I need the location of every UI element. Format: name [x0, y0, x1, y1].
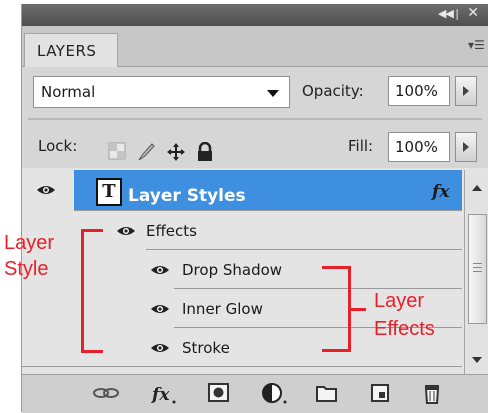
opacity-value: 100% — [395, 82, 438, 100]
text-layer-thumbnail-icon[interactable]: T — [96, 178, 122, 206]
divider — [22, 366, 462, 367]
annotation-layer-style-line1: Layer — [4, 232, 55, 254]
annotation-bracket-right-tick — [348, 308, 366, 311]
fill-input[interactable]: 100% — [388, 132, 450, 162]
panel-titlebar: ◀◀ | ✕ — [22, 4, 488, 26]
eye-icon — [37, 186, 55, 194]
fx-icon[interactable]: fx — [150, 383, 178, 405]
opacity-slider-arrow[interactable] — [455, 76, 477, 106]
eye-icon[interactable] — [150, 303, 170, 315]
panel-menu-icon[interactable]: ▾☰ — [468, 38, 486, 52]
eye-icon[interactable] — [150, 264, 170, 276]
effects-group-label[interactable]: Effects — [146, 222, 197, 240]
annotation-bracket-right-top — [322, 266, 350, 269]
close-icon[interactable]: ✕ — [467, 5, 479, 21]
scroll-down-arrow-icon[interactable] — [471, 356, 483, 364]
fill-value: 100% — [395, 138, 438, 156]
scrollbar[interactable] — [464, 170, 488, 374]
opacity-label: Opacity: — [302, 82, 364, 100]
panel-tab-row: LAYERS ▾☰ — [22, 26, 488, 67]
eye-icon[interactable] — [116, 225, 136, 237]
chevron-down-icon — [267, 90, 279, 97]
divider — [28, 118, 482, 120]
tab-layers-label: LAYERS — [37, 42, 97, 60]
effect-item-stroke[interactable]: Stroke — [182, 339, 230, 357]
annotation-bracket-left-bottom — [81, 350, 103, 353]
tab-layers[interactable]: LAYERS — [24, 33, 118, 67]
annotation-bracket-left — [81, 229, 84, 353]
scrollbar-thumb[interactable] — [468, 214, 487, 324]
collapse-panel-icon[interactable]: ◀◀ | — [438, 7, 459, 20]
trash-icon[interactable] — [422, 383, 442, 405]
new-group-icon[interactable] — [316, 383, 338, 403]
add-mask-icon[interactable] — [208, 383, 230, 403]
blend-mode-select[interactable]: Normal — [33, 76, 290, 108]
fx-badge-icon[interactable]: fx — [432, 182, 449, 202]
lock-image-pixels-icon[interactable] — [136, 142, 156, 162]
annotation-layer-effects-line2: Effects — [374, 318, 435, 340]
layer-name[interactable]: Layer Styles — [128, 186, 246, 206]
svg-text:fx: fx — [151, 385, 170, 405]
eye-icon[interactable] — [150, 342, 170, 354]
panel-bottom-bar: fx — [22, 374, 488, 413]
effect-item-drop-shadow[interactable]: Drop Shadow — [182, 261, 282, 279]
lock-transparent-icon[interactable] — [108, 142, 126, 160]
lock-all-icon[interactable] — [196, 142, 214, 162]
opacity-input[interactable]: 100% — [388, 76, 450, 106]
fill-label: Fill: — [348, 137, 374, 155]
fill-slider-arrow[interactable] — [455, 132, 477, 162]
effect-item-inner-glow[interactable]: Inner Glow — [182, 300, 263, 318]
annotation-bracket-right-bottom — [322, 349, 350, 352]
scroll-up-arrow-icon[interactable] — [471, 184, 483, 192]
divider — [174, 288, 462, 289]
layer-visibility-toggle[interactable] — [22, 170, 75, 210]
divider — [74, 210, 462, 211]
link-layers-icon[interactable] — [92, 383, 120, 403]
divider — [146, 249, 462, 250]
annotation-layer-effects-line1: Layer — [374, 290, 425, 312]
new-layer-icon[interactable] — [370, 383, 390, 403]
blend-mode-value: Normal — [41, 83, 96, 101]
lock-label: Lock: — [38, 137, 78, 155]
lock-position-icon[interactable] — [166, 142, 186, 162]
annotation-layer-style-line2: Style — [4, 258, 49, 280]
annotation-bracket-left-top — [81, 229, 103, 232]
adjustment-layer-icon[interactable] — [262, 383, 288, 405]
